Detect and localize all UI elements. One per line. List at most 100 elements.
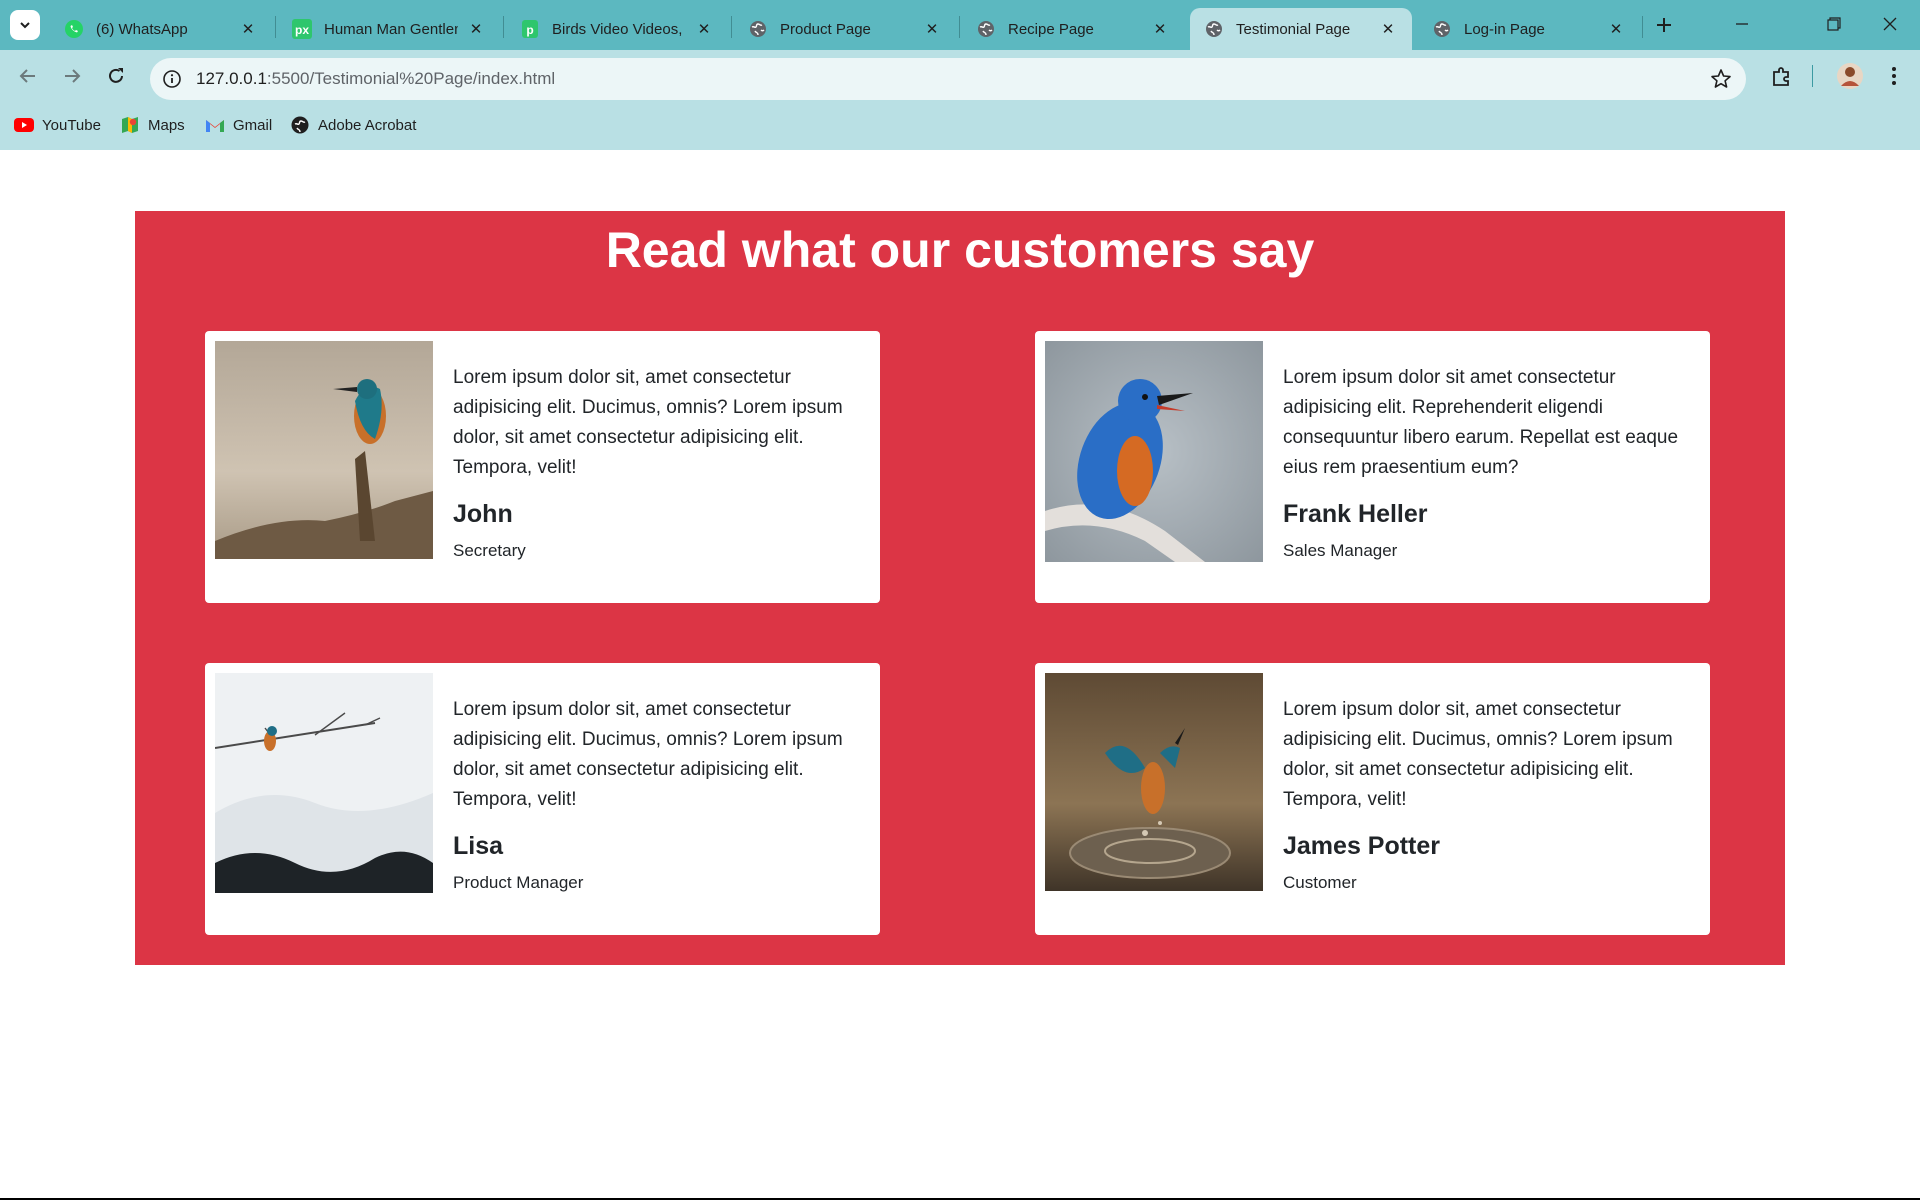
profile-avatar[interactable] — [1834, 60, 1866, 92]
tab-separator — [275, 16, 276, 38]
testimonial-name: Lisa — [453, 832, 504, 860]
bookmark-maps[interactable]: Maps — [120, 113, 185, 137]
pixabay-video-icon: p — [520, 19, 540, 39]
testimonial-body: Lorem ipsum dolor sit, amet consectetur … — [453, 363, 858, 561]
close-icon[interactable]: ✕ — [238, 19, 258, 39]
url-host: 127.0.0.1 — [196, 69, 267, 88]
more-vert-icon — [1892, 67, 1896, 85]
tab-pixabay-video[interactable]: p Birds Video Videos, D ✕ — [506, 8, 728, 50]
puzzle-icon — [1773, 67, 1789, 86]
close-icon — [1883, 17, 1897, 31]
close-icon[interactable]: ✕ — [1606, 19, 1626, 39]
tab-separator — [959, 16, 960, 38]
avatar — [1837, 63, 1863, 89]
bookmark-label: Maps — [148, 116, 185, 134]
testimonial-name: James Potter — [1283, 832, 1441, 860]
close-icon[interactable]: ✕ — [466, 19, 486, 39]
toolbar-divider — [1812, 65, 1813, 87]
bookmarks-bar: YouTube Maps Gmail Adobe Acrobat — [0, 100, 1920, 150]
address-bar[interactable]: 127.0.0.1:5500/Testimonial%20Page/index.… — [150, 58, 1746, 100]
kingfisher-snow-photo — [215, 673, 433, 893]
testimonial-body: Lorem ipsum dolor sit, amet consectetur … — [453, 695, 858, 893]
site-info-icon[interactable] — [162, 69, 182, 89]
tab-title: Testimonial Page — [1236, 20, 1351, 38]
tab-separator — [1642, 16, 1643, 38]
reload-icon — [109, 68, 123, 83]
testimonial-quote: Lorem ipsum dolor sit amet consectetur a… — [1283, 367, 1679, 478]
bookmark-label: Gmail — [233, 116, 273, 134]
close-window-button[interactable] — [1860, 0, 1920, 48]
star-icon[interactable] — [1710, 68, 1732, 90]
bookmark-label: Adobe Acrobat — [318, 116, 417, 134]
whatsapp-icon — [64, 19, 84, 39]
tab-title: Log-in Page — [1464, 20, 1545, 38]
bookmark-gmail[interactable]: Gmail — [205, 113, 272, 137]
tab-title: Birds Video Videos, D — [552, 20, 686, 38]
testimonial-card-james-potter: Lorem ipsum dolor sit, amet consectetur … — [1035, 663, 1710, 935]
extensions-button[interactable] — [1768, 62, 1796, 90]
tab-separator — [731, 16, 732, 38]
kingfisher-calling-photo — [1045, 341, 1263, 562]
kingfisher-perched-photo — [215, 341, 433, 559]
testimonial-quote: Lorem ipsum dolor sit, amet consectetur … — [453, 367, 843, 478]
tab-title: Human Man Gentleman — [324, 20, 458, 38]
globe-icon — [1432, 19, 1452, 39]
testimonial-quote: Lorem ipsum dolor sit, amet consectetur … — [453, 699, 843, 810]
pixabay-icon: px — [292, 19, 312, 39]
tab-testimonial-page[interactable]: Testimonial Page ✕ — [1190, 8, 1412, 50]
svg-text:p: p — [526, 23, 533, 37]
back-button[interactable] — [14, 62, 42, 90]
maps-icon — [120, 115, 140, 135]
testimonial-name: John — [453, 500, 513, 528]
testimonial-role: Product Manager — [453, 873, 584, 892]
testimonial-role: Secretary — [453, 541, 526, 560]
close-icon[interactable]: ✕ — [1378, 19, 1398, 39]
tab-recipe-page[interactable]: Recipe Page ✕ — [962, 8, 1184, 50]
restore-button[interactable] — [1804, 0, 1864, 48]
gmail-icon — [205, 115, 225, 135]
testimonial-body: Lorem ipsum dolor sit, amet consectetur … — [1283, 695, 1688, 893]
tab-login-page[interactable]: Log-in Page ✕ — [1418, 8, 1640, 50]
close-icon[interactable]: ✕ — [694, 19, 714, 39]
tab-separator — [503, 16, 504, 38]
tab-title: Product Page — [780, 20, 871, 38]
tab-title: Recipe Page — [1008, 20, 1094, 38]
restore-icon — [1827, 17, 1841, 31]
tab-pixabay-image[interactable]: px Human Man Gentleman ✕ — [278, 8, 500, 50]
acrobat-icon — [290, 115, 310, 135]
close-icon[interactable]: ✕ — [1150, 19, 1170, 39]
new-tab-button[interactable] — [1650, 11, 1678, 39]
menu-button[interactable] — [1880, 62, 1908, 90]
tab-product-page[interactable]: Product Page ✕ — [734, 8, 956, 50]
testimonial-card-john: Lorem ipsum dolor sit, amet consectetur … — [205, 331, 880, 603]
svg-text:px: px — [295, 23, 309, 37]
testimonial-card-frank-heller: Lorem ipsum dolor sit amet consectetur a… — [1035, 331, 1710, 603]
globe-icon — [1204, 19, 1224, 39]
bookmark-youtube[interactable]: YouTube — [14, 113, 101, 137]
forward-button[interactable] — [58, 62, 86, 90]
minimize-icon — [1736, 23, 1748, 25]
testimonial-quote: Lorem ipsum dolor sit, amet consectetur … — [1283, 699, 1673, 810]
arrow-left-icon — [19, 69, 35, 83]
tab-whatsapp[interactable]: (6) WhatsApp ✕ — [50, 8, 272, 50]
close-icon[interactable]: ✕ — [922, 19, 942, 39]
bookmark-adobe-acrobat[interactable]: Adobe Acrobat — [290, 113, 416, 137]
reload-button[interactable] — [102, 62, 130, 90]
chevron-down-icon — [20, 22, 30, 29]
testimonial-card-lisa: Lorem ipsum dolor sit, amet consectetur … — [205, 663, 880, 935]
section-heading: Read what our customers say — [605, 222, 1315, 278]
testimonial-name: Frank Heller — [1283, 500, 1428, 528]
testimonial-role: Sales Manager — [1283, 541, 1398, 560]
testimonial-role: Customer — [1283, 873, 1357, 892]
youtube-icon — [14, 115, 34, 135]
tab-search-button[interactable] — [10, 10, 40, 40]
url-text[interactable]: 127.0.0.1:5500/Testimonial%20Page/index.… — [196, 69, 555, 89]
globe-icon — [748, 19, 768, 39]
tab-title: (6) WhatsApp — [96, 20, 188, 38]
minimize-button[interactable] — [1712, 0, 1772, 48]
plus-icon — [1657, 18, 1671, 32]
bookmark-label: YouTube — [42, 116, 101, 134]
tab-strip: (6) WhatsApp ✕ px Human Man Gentleman ✕ … — [0, 0, 1920, 50]
arrow-right-icon — [65, 69, 81, 83]
kingfisher-diving-photo — [1045, 673, 1263, 891]
